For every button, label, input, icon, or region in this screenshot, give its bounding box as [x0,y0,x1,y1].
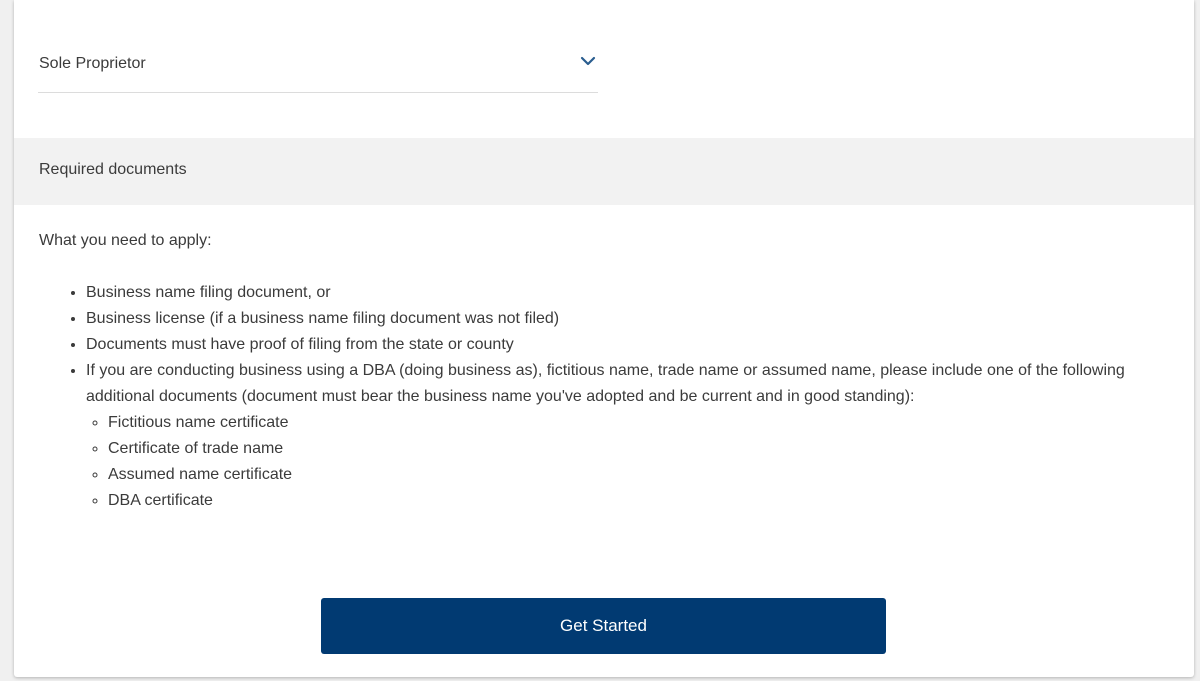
dba-documents-list: Fictitious name certificate Certificate … [86,410,1176,514]
required-documents-header: Required documents [14,138,1194,205]
required-documents-list: Business name filing document, or Busine… [61,280,1176,514]
list-item-dba: If you are conducting business using a D… [86,358,1176,514]
list-item: Business name filing document, or [86,280,1176,306]
business-type-value: Sole Proprietor [39,55,146,72]
list-item: Documents must have proof of filing from… [86,332,1176,358]
business-type-select[interactable]: Sole Proprietor [38,38,598,93]
get-started-button[interactable]: Get Started [321,598,886,654]
sub-list-item: DBA certificate [108,488,1176,514]
sub-list-item: Certificate of trade name [108,436,1176,462]
apply-intro-text: What you need to apply: [39,232,212,249]
sub-list-item: Fictitious name certificate [108,410,1176,436]
chevron-down-icon[interactable] [579,52,597,70]
application-card: Sole Proprietor Required documents What … [14,0,1194,677]
sub-list-item: Assumed name certificate [108,462,1176,488]
dba-item-text: If you are conducting business using a D… [86,362,1125,405]
list-item: Business license (if a business name fil… [86,306,1176,332]
section-title: Required documents [39,161,187,178]
